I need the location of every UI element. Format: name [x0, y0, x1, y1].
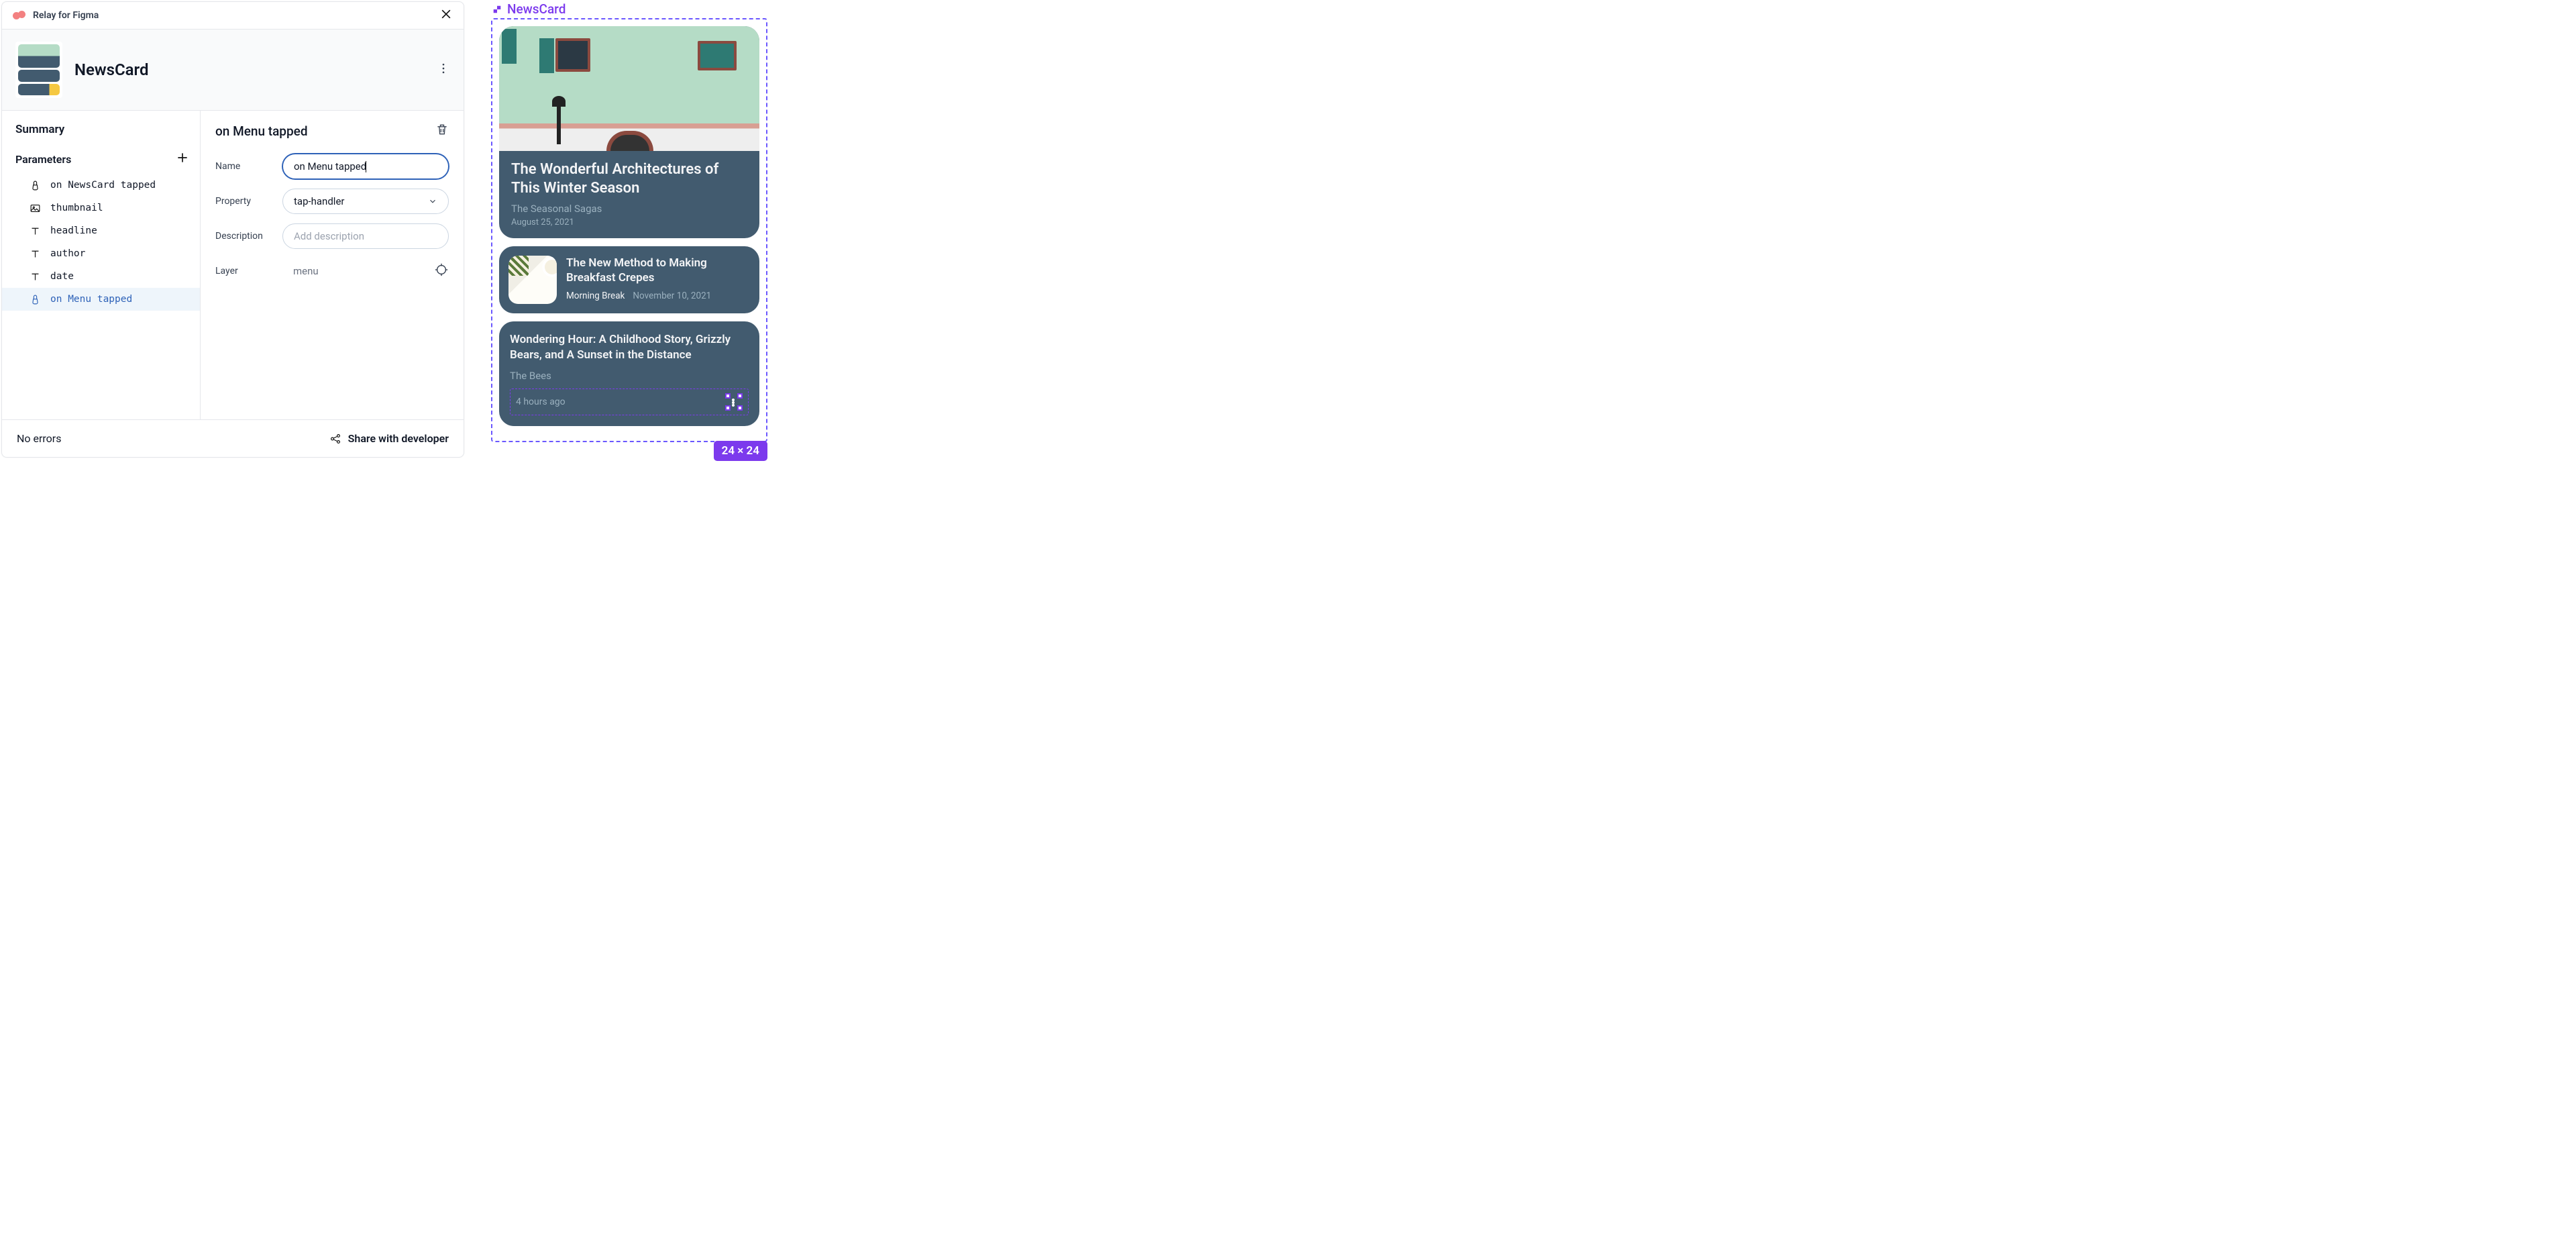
relay-logo-icon: [13, 11, 28, 20]
param-label: thumbnail: [50, 203, 103, 213]
parameter-list: on NewsCard tapped thumbnail headline autho…: [2, 174, 200, 311]
plus-icon: [176, 151, 189, 164]
frame-label-text: NewsCard: [507, 1, 566, 17]
card-headline: Wondering Hour: A Childhood Story, Grizz…: [510, 332, 739, 363]
parameters-heading: Parameters: [15, 153, 71, 166]
description-field-row: Description Add description: [215, 223, 449, 249]
component-thumbnail: [15, 42, 62, 98]
card-meta: Morning Break November 10, 2021: [566, 291, 750, 301]
hero-date: August 25, 2021: [511, 217, 747, 227]
panel-footer: No errors Share with developer: [2, 419, 464, 457]
param-label: on Menu tapped: [50, 294, 132, 305]
hero-image: [499, 26, 759, 151]
text-icon: [29, 270, 41, 282]
more-vertical-icon: [732, 399, 736, 407]
component-frame[interactable]: The Wonderful Architectures of This Wint…: [491, 18, 767, 442]
hero-source: The Seasonal Sagas: [511, 203, 747, 215]
param-label: author: [50, 248, 85, 259]
panel-header: Relay for Figma: [2, 2, 464, 30]
share-button[interactable]: Share with developer: [329, 432, 449, 445]
image-icon: [29, 202, 41, 214]
news-card-hero[interactable]: The Wonderful Architectures of This Wint…: [499, 26, 759, 238]
close-button[interactable]: [439, 7, 453, 23]
summary-heading: Summary: [15, 123, 200, 136]
target-icon: [434, 262, 449, 277]
description-input[interactable]: Add description: [282, 223, 449, 249]
parameters-header: Parameters: [2, 151, 200, 167]
text-icon: [29, 248, 41, 260]
param-item-on-NewsCard-tapped[interactable]: on NewsCard tapped: [2, 174, 200, 197]
delete-button[interactable]: [435, 123, 449, 139]
card-source: Morning Break: [566, 291, 625, 301]
param-item-on-Menu-tapped[interactable]: on Menu tapped: [2, 288, 200, 311]
tap-icon: [29, 293, 41, 305]
text-icon: [29, 225, 41, 237]
detail-title: on Menu tapped: [215, 123, 308, 139]
share-label: Share with developer: [348, 432, 449, 445]
component-title: NewsCard: [74, 60, 425, 79]
param-item-thumbnail[interactable]: thumbnail: [2, 197, 200, 219]
param-label: headline: [50, 225, 97, 236]
close-icon: [439, 7, 453, 21]
panel-title-bar: NewsCard: [2, 30, 464, 111]
card-source: The Bees: [510, 370, 749, 382]
property-label: Property: [215, 196, 282, 207]
description-placeholder: Add description: [294, 230, 364, 242]
news-card-third[interactable]: Wondering Hour: A Childhood Story, Grizz…: [499, 321, 759, 426]
name-label: Name: [215, 161, 282, 172]
hero-body: The Wonderful Architectures of This Wint…: [499, 151, 759, 227]
brand-label: Relay for Figma: [33, 10, 99, 21]
card-headline: The New Method to Making Breakfast Crepe…: [566, 256, 750, 285]
news-card-row[interactable]: The New Method to Making Breakfast Crepe…: [499, 246, 759, 313]
more-vertical-icon: [437, 62, 450, 75]
relay-panel: Relay for Figma NewsCard Summary Paramet…: [1, 1, 464, 458]
property-field-row: Property tap-handler: [215, 189, 449, 214]
figma-preview: NewsCard The Wonderful Architectures of …: [491, 1, 767, 442]
share-icon: [329, 433, 341, 445]
selected-layer[interactable]: 4 hours ago: [510, 388, 749, 415]
chevron-down-icon: [428, 197, 437, 206]
param-item-headline[interactable]: headline: [2, 219, 200, 242]
tap-icon: [29, 179, 41, 191]
card-top: Wondering Hour: A Childhood Story, Grizz…: [510, 332, 749, 363]
brand: Relay for Figma: [13, 10, 99, 21]
card-date: November 10, 2021: [633, 291, 711, 301]
layer-value-row: menu: [282, 258, 449, 284]
description-label: Description: [215, 231, 282, 242]
more-menu-button[interactable]: [437, 62, 450, 78]
property-select[interactable]: tap-handler: [282, 189, 449, 214]
param-item-date[interactable]: date: [2, 265, 200, 288]
card-body: The New Method to Making Breakfast Crepe…: [566, 256, 750, 301]
layer-value: menu: [293, 265, 319, 277]
card-date: 4 hours ago: [516, 397, 566, 407]
component-icon: [491, 3, 503, 15]
detail-header: on Menu tapped: [215, 123, 449, 139]
param-label: date: [50, 271, 74, 282]
hero-headline: The Wonderful Architectures of This Wint…: [511, 160, 747, 197]
param-item-author[interactable]: author: [2, 242, 200, 265]
layer-label: Layer: [215, 266, 282, 276]
layer-field-row: Layer menu: [215, 258, 449, 284]
menu-icon-selection[interactable]: [725, 393, 743, 411]
detail-pane: on Menu tapped Name on Menu tapped Prope…: [201, 111, 464, 419]
name-field-row: Name on Menu tapped: [215, 154, 449, 179]
add-parameter-button[interactable]: [176, 151, 189, 167]
param-label: on NewsCard tapped: [50, 180, 156, 191]
panel-body: Summary Parameters on NewsCard tapped thu…: [2, 111, 464, 419]
trash-icon: [435, 123, 449, 136]
name-input[interactable]: on Menu tapped: [282, 154, 449, 179]
dimension-badge: 24 × 24: [714, 441, 767, 461]
name-value: on Menu tapped: [294, 160, 366, 172]
sidebar: Summary Parameters on NewsCard tapped thu…: [2, 111, 201, 419]
component-frame-label[interactable]: NewsCard: [491, 1, 767, 17]
card-thumbnail: [508, 256, 557, 304]
target-layer-button[interactable]: [434, 262, 449, 280]
property-value: tap-handler: [294, 195, 344, 207]
errors-status: No errors: [17, 432, 61, 445]
